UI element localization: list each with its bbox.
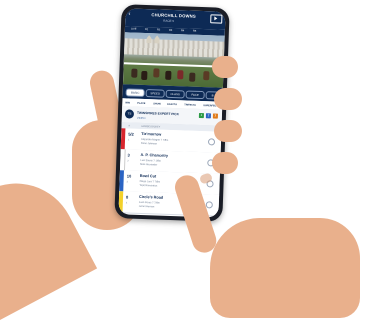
race-switch-item[interactable]: R4 bbox=[181, 29, 184, 32]
runner-odds: 8 bbox=[125, 194, 129, 200]
race-video[interactable] bbox=[122, 32, 225, 88]
expert-pick-video-link[interactable]: VIDEO bbox=[137, 116, 146, 120]
tab-class[interactable]: CLASS bbox=[165, 89, 185, 99]
horse-figure bbox=[131, 68, 138, 78]
select-runner-radio[interactable] bbox=[207, 138, 216, 146]
horse-name: Tiz'morrow bbox=[141, 131, 162, 137]
twin-spire bbox=[154, 35, 159, 43]
bet-type-exacta[interactable]: EXACTA bbox=[167, 102, 177, 105]
runner-number: 3 bbox=[126, 180, 128, 184]
runner-number: 4 bbox=[125, 201, 128, 205]
tab-pace[interactable]: PACE bbox=[185, 90, 205, 100]
horse-figure bbox=[141, 70, 148, 81]
runner-odds: 3 bbox=[127, 152, 130, 158]
pick-badge-2: 2 bbox=[205, 113, 212, 119]
bet-type-show[interactable]: SHOW bbox=[153, 102, 161, 105]
jockey-info: Mike Alexander bbox=[140, 162, 158, 167]
phone-screen: ‹ CHURCHILL DOWNS RACE 5 LIVE R1 R2 R3 R… bbox=[118, 8, 226, 218]
horse-name: Bowl Cut bbox=[139, 173, 157, 179]
jockey-info: Lionel Hernan bbox=[138, 204, 155, 209]
pick-badge-3: 3 bbox=[212, 113, 219, 119]
saddle-cloth-color bbox=[120, 128, 126, 150]
runner-number: 2 bbox=[127, 159, 129, 163]
tab-basic[interactable]: BASIC bbox=[125, 88, 145, 98]
left-finger bbox=[212, 152, 238, 174]
horse-figure bbox=[165, 70, 172, 80]
saddle-cloth-color bbox=[118, 191, 124, 213]
saddle-cloth-color bbox=[119, 170, 124, 192]
back-icon[interactable]: ‹ bbox=[128, 11, 130, 17]
race-label: RACE 5 bbox=[163, 18, 175, 24]
saddle-cloth-color bbox=[119, 149, 126, 171]
col-number: # bbox=[128, 123, 130, 128]
race-switch-item[interactable]: LIVE bbox=[131, 28, 137, 31]
race-switch-item[interactable]: R5 bbox=[193, 30, 196, 33]
runner-number: 1 bbox=[127, 138, 130, 142]
twinspires-logo-icon: TS bbox=[124, 109, 135, 119]
tab-speed[interactable]: SPEED bbox=[145, 89, 165, 98]
bet-type-win[interactable]: WIN bbox=[125, 101, 130, 104]
horse-name: Circle's Road bbox=[138, 194, 164, 200]
twin-spire bbox=[146, 35, 151, 43]
bet-type-place[interactable]: PLACE bbox=[137, 101, 145, 104]
grandstand-image bbox=[124, 38, 225, 58]
race-switch-item[interactable]: R1 bbox=[145, 28, 148, 31]
pick-badge-1: 1 bbox=[198, 112, 205, 119]
horse-figure bbox=[177, 70, 184, 80]
select-runner-radio[interactable] bbox=[205, 201, 213, 209]
race-switch-item[interactable]: R2 bbox=[157, 28, 160, 31]
track-title: CHURCHILL DOWNS bbox=[151, 12, 197, 19]
horse-figure bbox=[203, 71, 210, 81]
col-horse-jockey: HORSE/JOCKEY bbox=[141, 124, 161, 129]
left-finger bbox=[214, 88, 242, 110]
jockey-info: Tapit Romantics bbox=[139, 183, 158, 188]
left-finger bbox=[214, 120, 242, 142]
horse-figure bbox=[153, 68, 160, 78]
horse-figure bbox=[189, 72, 196, 82]
video-play-icon[interactable] bbox=[210, 14, 223, 24]
runner-odds: 5/2 bbox=[128, 131, 134, 137]
runner-odds: 10 bbox=[126, 173, 132, 179]
race-switch-item[interactable]: R3 bbox=[169, 29, 172, 32]
jockey-info: Deon Johnson bbox=[140, 141, 158, 146]
track-rail bbox=[123, 62, 224, 68]
left-finger bbox=[212, 56, 238, 78]
horse-name: A. P. Chancetry bbox=[140, 152, 169, 158]
bet-type-trifecta[interactable]: TRIFECTA bbox=[184, 103, 196, 106]
